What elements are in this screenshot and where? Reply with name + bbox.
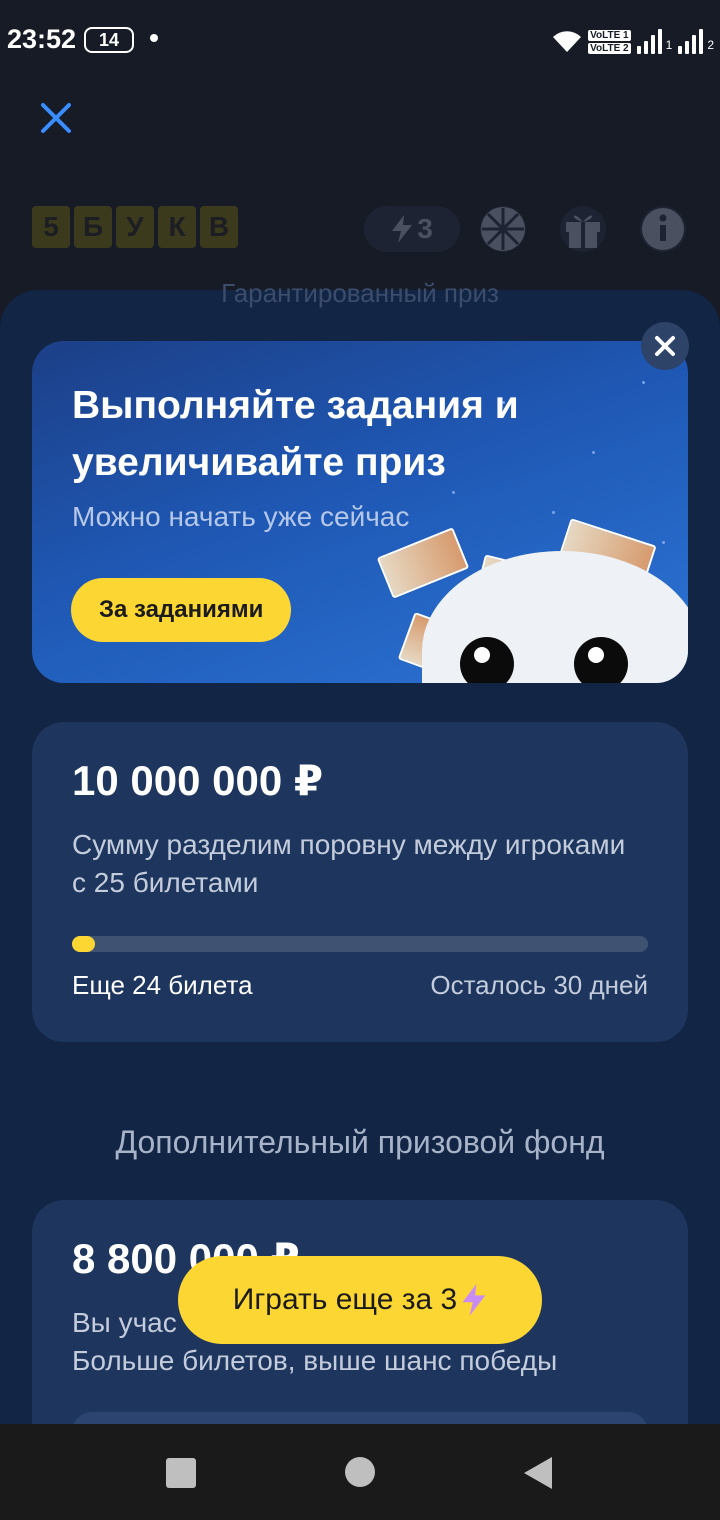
- tasks-promo-banner[interactable]: Выполняйте задания и увеличивайте приз М…: [32, 341, 688, 683]
- main-prize-card: 10 000 000 ₽ Сумму разделим поровну межд…: [32, 722, 688, 1042]
- game-logo: 5 Б У К В: [32, 206, 238, 248]
- recents-icon[interactable]: [166, 1458, 196, 1488]
- sim-1-label: 1: [665, 38, 673, 52]
- logo-letter: Б: [74, 206, 112, 248]
- signal-2-icon: [678, 28, 704, 54]
- volte-2-label: VoLTE 2: [588, 43, 631, 54]
- gift-button[interactable]: [560, 206, 606, 252]
- lightning-icon: [392, 215, 413, 243]
- play-again-button[interactable]: Играть еще за 3: [178, 1256, 542, 1344]
- extra-fund-title: Дополнительный призовой фонд: [115, 1124, 605, 1160]
- progress-bar: [72, 936, 648, 952]
- wifi-icon: [553, 31, 582, 52]
- lightning-icon: [462, 1284, 486, 1316]
- wheel-button[interactable]: [480, 206, 526, 252]
- prize-description: Сумму разделим поровну между игроками с …: [72, 829, 626, 898]
- logo-letter: К: [158, 206, 196, 248]
- progress-fill: [72, 936, 96, 952]
- signal-1-icon: [636, 28, 662, 54]
- logo-letter: 5: [32, 206, 70, 248]
- prize-amount: 10 000 000 ₽: [72, 757, 324, 804]
- status-icons: VoLTE 1 VoLTE 2 1 2: [552, 22, 714, 54]
- wheel-icon: [481, 207, 525, 251]
- close-icon[interactable]: [38, 100, 74, 136]
- promo-title: Выполняйте задания и увеличивайте приз: [72, 384, 519, 484]
- extra-fund-line-2: Больше билетов, выше шанс победы: [72, 1345, 558, 1376]
- status-time: 23:52: [7, 24, 77, 54]
- close-icon: [655, 336, 675, 356]
- logo-letter: У: [116, 206, 154, 248]
- play-again-label: Играть еще за 3: [232, 1283, 458, 1316]
- home-icon[interactable]: [345, 1457, 375, 1487]
- info-icon: [642, 208, 684, 250]
- promo-subtitle: Можно начать уже сейчас: [72, 501, 410, 532]
- gift-icon: [566, 215, 600, 248]
- back-icon[interactable]: [524, 1457, 552, 1489]
- logo-letter: В: [200, 206, 238, 248]
- sim-2-label: 2: [707, 38, 714, 52]
- notification-dot-icon: [150, 34, 158, 42]
- battery-icon: 14: [84, 27, 134, 53]
- promo-close-button[interactable]: [641, 322, 689, 370]
- status-bar: 23:52 14 VoLTE 1 VoLTE 2 1 2: [0, 0, 720, 78]
- tickets-left-text: Еще 24 билета: [72, 970, 253, 1000]
- volte-1-label: VoLTE 1: [588, 30, 631, 41]
- tasks-button[interactable]: За заданиями: [71, 578, 292, 642]
- info-button[interactable]: [640, 206, 686, 252]
- background-hint-text: Гарантированный приз: [221, 278, 499, 308]
- energy-counter[interactable]: 3: [364, 206, 460, 252]
- energy-count: 3: [417, 213, 433, 244]
- volte-icon: VoLTE 1 VoLTE 2: [588, 30, 631, 54]
- days-left-text: Осталось 30 дней: [430, 970, 648, 1000]
